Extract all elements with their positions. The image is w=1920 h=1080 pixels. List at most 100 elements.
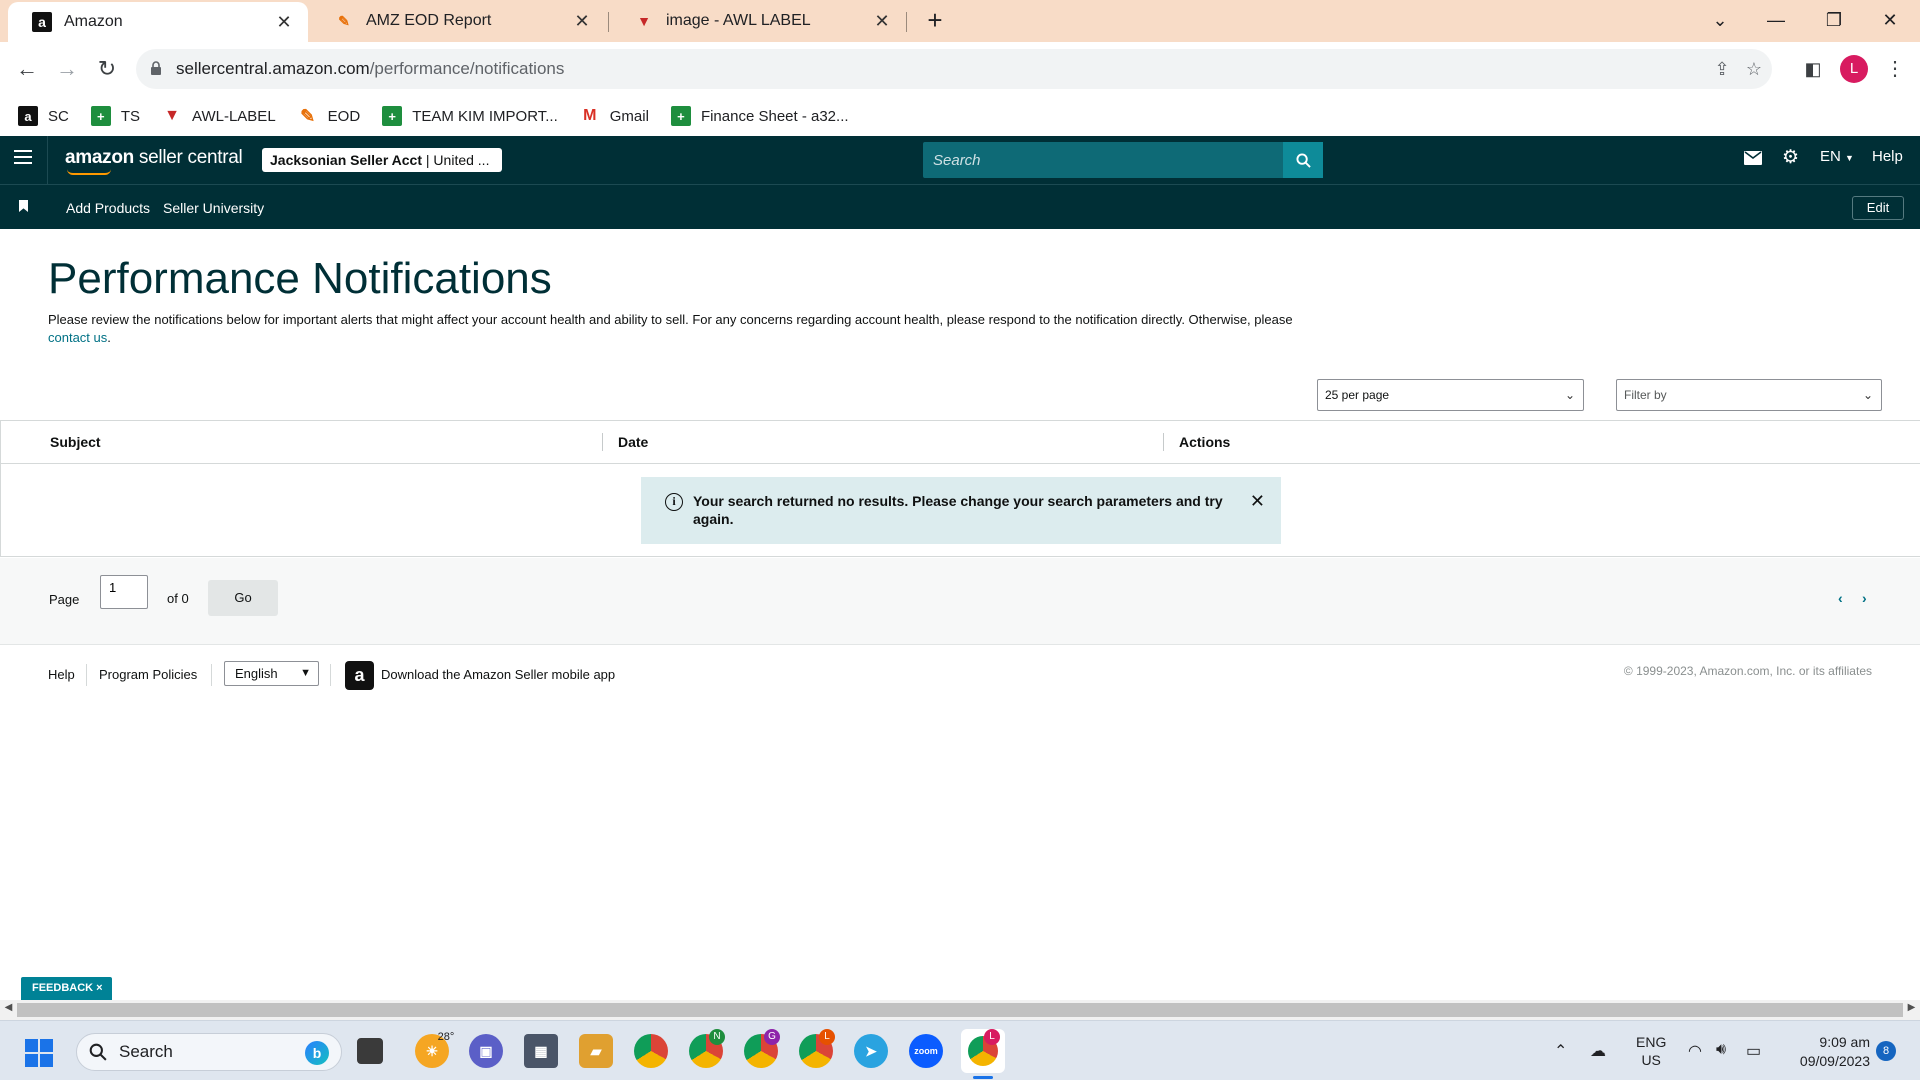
program-policies-link[interactable]: Program Policies (99, 667, 197, 682)
column-divider (1163, 433, 1164, 451)
language-selector[interactable]: EN ▼ (1820, 148, 1854, 165)
task-view-icon[interactable] (357, 1038, 383, 1064)
amazon-smile-icon (67, 169, 111, 175)
next-page-icon[interactable]: › (1862, 590, 1867, 606)
profile-badge: N (709, 1029, 725, 1045)
footer-divider (211, 664, 212, 686)
share-icon[interactable]: ⇪ (1710, 57, 1734, 81)
profile-avatar[interactable]: L (1840, 55, 1868, 83)
seller-central-logo[interactable]: amazon seller central (65, 147, 243, 175)
onedrive-icon[interactable]: ☁ (1590, 1041, 1606, 1061)
input-language[interactable]: ENG US (1636, 1033, 1666, 1069)
per-page-select[interactable]: 25 per page ⌄ (1317, 379, 1584, 411)
page-number-input[interactable] (100, 575, 148, 609)
restore-button[interactable]: ❐ (1806, 0, 1862, 40)
amazon-app-icon[interactable]: a (345, 661, 374, 690)
url-text[interactable]: sellercentral.amazon.com/performance/not… (176, 59, 564, 79)
scroll-left-icon[interactable]: ◀ (0, 1002, 17, 1013)
calculator-icon[interactable]: ▦ (524, 1034, 558, 1068)
lock-icon[interactable] (136, 60, 176, 78)
mail-icon[interactable] (1744, 151, 1762, 169)
sheets-icon: + (90, 106, 111, 126)
amazon-favicon-icon: a (32, 12, 52, 32)
volume-icon[interactable]: 🔊︎ (1716, 1041, 1726, 1059)
telegram-icon[interactable]: ➤ (854, 1034, 888, 1068)
hamburger-menu-icon[interactable] (14, 150, 32, 168)
bookmark-team-kim[interactable]: + TEAM KIM IMPORT... (382, 106, 558, 126)
tab-amz-eod-report[interactable]: ✎ AMZ EOD Report ✕ (310, 0, 606, 42)
close-tab-icon[interactable]: ✕ (572, 11, 592, 32)
active-indicator (973, 1076, 993, 1079)
bookmark-eod[interactable]: ✎ EOD (298, 106, 360, 126)
help-link[interactable]: Help (1872, 148, 1903, 165)
account-switcher[interactable]: Jacksonian Seller Acct | United ... (262, 148, 502, 172)
bookmark-sc[interactable]: a SC (18, 106, 69, 126)
tab-search-chevron-icon[interactable]: ⌄ (1692, 0, 1748, 40)
forward-button[interactable]: → (50, 52, 84, 86)
sheets-icon: + (670, 106, 691, 126)
teams-chat-icon[interactable]: ▣ (469, 1034, 503, 1068)
gmail-icon: M (583, 107, 597, 124)
contact-us-link[interactable]: contact us (48, 330, 107, 345)
bookmark-star-icon[interactable]: ☆ (1742, 57, 1766, 81)
edit-button[interactable]: Edit (1852, 196, 1904, 220)
battery-icon[interactable]: ▭ (1746, 1041, 1761, 1061)
bookmark-flag-icon[interactable] (19, 200, 28, 212)
previous-page-icon[interactable]: ‹ (1838, 590, 1843, 606)
zoom-icon[interactable]: zoom (909, 1034, 943, 1068)
close-tab-icon[interactable]: ✕ (872, 11, 892, 32)
bookmark-awl-label[interactable]: ▼ AWL-LABEL (162, 106, 276, 126)
bookmark-ts[interactable]: + TS (90, 106, 141, 126)
column-date[interactable]: Date (618, 434, 648, 450)
page-count-label: of 0 (167, 591, 189, 606)
tab-awl-label[interactable]: ▼ image - AWL LABEL ✕ (610, 0, 906, 42)
bookmark-gmail[interactable]: M Gmail (580, 106, 649, 126)
tab-separator (906, 12, 907, 32)
scrollbar-thumb[interactable] (17, 1003, 1903, 1017)
footer-language-select[interactable]: English ▼ (224, 661, 319, 686)
bookmarks-bar: a SC + TS ▼ AWL-LABEL ✎ EOD + TEAM KIM IMPORT… (0, 96, 1920, 136)
tab-separator (608, 12, 609, 32)
wifi-icon[interactable]: ◠ (1688, 1041, 1702, 1061)
column-subject[interactable]: Subject (50, 434, 101, 450)
bing-icon[interactable]: b (305, 1041, 329, 1065)
scroll-right-icon[interactable]: ▶ (1903, 1002, 1920, 1013)
search-button[interactable] (1283, 142, 1323, 178)
feedback-tab[interactable]: FEEDBACK × (21, 977, 112, 1000)
file-explorer-icon[interactable]: ▰ (579, 1034, 613, 1068)
close-window-button[interactable]: ✕ (1862, 0, 1918, 40)
taskbar-search[interactable]: Search b (76, 1033, 342, 1071)
go-button[interactable]: Go (208, 580, 278, 616)
new-tab-button[interactable]: + (920, 5, 950, 35)
chrome-icon[interactable] (634, 1034, 668, 1068)
taskbar-clock[interactable]: 9:09 am 09/09/2023 (1784, 1033, 1870, 1071)
filter-by-select[interactable]: Filter by ⌄ (1616, 379, 1882, 411)
minimize-button[interactable]: — (1748, 0, 1804, 40)
browser-menu-icon[interactable]: ⋮ (1878, 52, 1912, 86)
close-alert-icon[interactable]: ✕ (1250, 491, 1265, 512)
download-app-link[interactable]: Download the Amazon Seller mobile app (381, 667, 615, 682)
account-marketplace: | United ... (422, 152, 490, 168)
bookmark-finance-sheet[interactable]: + Finance Sheet - a32... (670, 106, 849, 126)
horizontal-scrollbar[interactable]: ◀ ▶ (0, 1000, 1920, 1020)
gear-icon[interactable]: ⚙ (1782, 146, 1799, 169)
column-divider (602, 433, 603, 451)
logo-bold-text: amazon (65, 147, 134, 168)
windows-start-icon[interactable] (25, 1039, 53, 1067)
close-tab-icon[interactable]: ✕ (274, 12, 294, 33)
back-button[interactable]: ← (10, 52, 44, 86)
chevron-up-icon[interactable]: ⌃ (1554, 1041, 1567, 1061)
nav-seller-university[interactable]: Seller University (163, 200, 264, 216)
seller-search-input[interactable] (923, 142, 1283, 178)
browser-toolbar: ← → ↻ sellercentral.amazon.com/performan… (0, 42, 1920, 96)
nav-add-products[interactable]: Add Products (66, 200, 150, 216)
reload-button[interactable]: ↻ (90, 52, 124, 86)
tab-amazon[interactable]: a Amazon ✕ (8, 2, 308, 42)
notification-badge[interactable]: 8 (1876, 1041, 1896, 1061)
address-bar[interactable]: sellercentral.amazon.com/performance/not… (136, 49, 1772, 89)
bookmark-label: TS (120, 107, 141, 125)
awl-icon: ▼ (164, 107, 180, 124)
windows-taskbar: Search b ☀ 28° ▣ ▦ ▰ N G L ➤ zoom L ⌃ ☁ … (0, 1020, 1920, 1080)
footer-help-link[interactable]: Help (48, 667, 75, 682)
side-panel-icon[interactable]: ◧ (1796, 52, 1830, 86)
